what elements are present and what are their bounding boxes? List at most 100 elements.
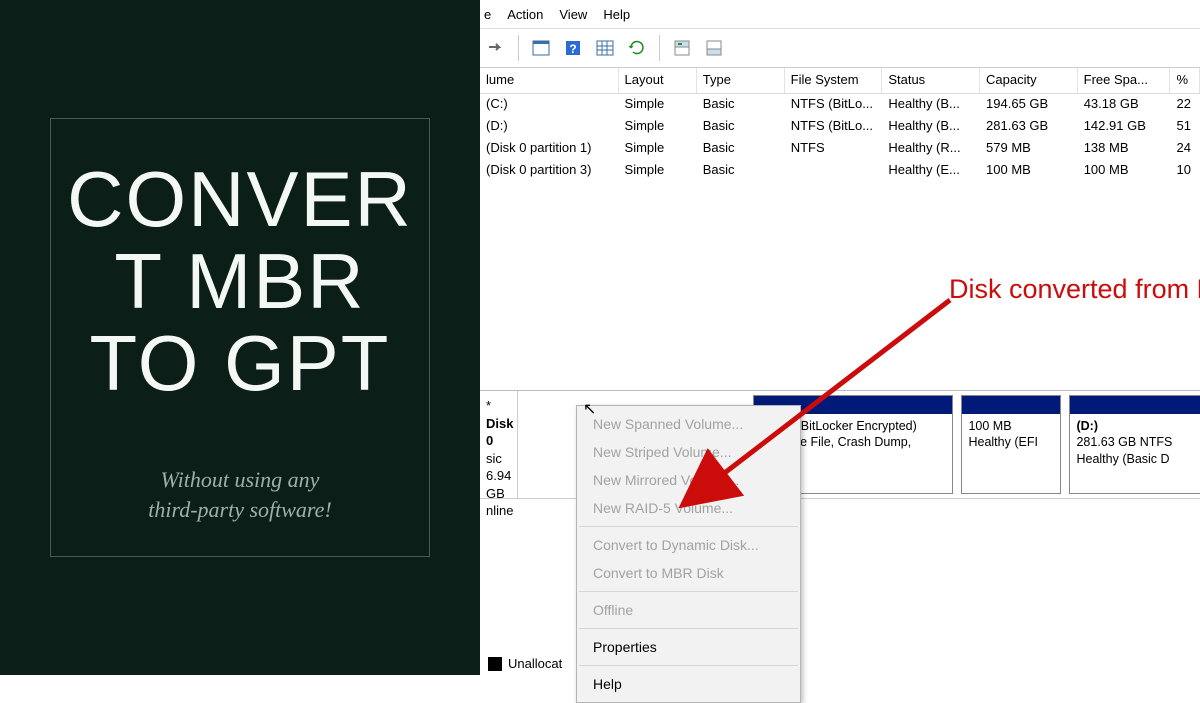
ctx-new-raid5: New RAID-5 Volume...	[577, 494, 800, 522]
cell-pct: 24	[1171, 138, 1200, 160]
cell-pct: 10	[1171, 160, 1200, 182]
cell-pct: 22	[1171, 94, 1200, 116]
ctx-separator	[579, 591, 798, 592]
partition[interactable]: (D:) 281.63 GB NTFS Healthy (Basic D	[1069, 395, 1200, 494]
partition-header	[962, 396, 1060, 414]
col-volume[interactable]: lume	[480, 68, 619, 93]
promo-title-l3: TO GPT	[90, 319, 391, 407]
ctx-new-spanned: New Spanned Volume...	[577, 410, 800, 438]
menu-file-partial[interactable]: e	[484, 7, 491, 22]
cell-free: 142.91 GB	[1078, 116, 1171, 138]
partition-body: (D:) 281.63 GB NTFS Healthy (Basic D	[1070, 414, 1200, 493]
disk-graphical-pane: * Disk 0 sic 6.94 GB nline NTFS (BitLock…	[480, 390, 1200, 675]
cell-type: Basic	[697, 94, 785, 116]
col-layout[interactable]: Layout	[619, 68, 697, 93]
col-filesystem[interactable]: File System	[785, 68, 883, 93]
part-line3: Healthy (EFI	[968, 434, 1054, 450]
promo-title-l1: CONVER	[67, 155, 413, 243]
part-line3: Healthy (Basic D	[1076, 451, 1200, 467]
partition-body: 100 MB Healthy (EFI	[962, 414, 1060, 493]
menu-view[interactable]: View	[559, 7, 587, 22]
disk-prefix: *	[486, 398, 491, 413]
cell-cap: 194.65 GB	[980, 94, 1078, 116]
context-menu: New Spanned Volume... New Striped Volume…	[576, 405, 801, 703]
cell-free: 43.18 GB	[1078, 94, 1171, 116]
cell-cap: 579 MB	[980, 138, 1078, 160]
cell-fs: NTFS (BitLo...	[785, 94, 883, 116]
ctx-help[interactable]: Help	[577, 670, 800, 698]
disk-label[interactable]: * Disk 0 sic 6.94 GB nline	[480, 391, 518, 498]
col-percent[interactable]: %	[1170, 68, 1200, 93]
promo-title: CONVER T MBR TO GPT	[67, 159, 413, 405]
cell-fs: NTFS	[785, 138, 883, 160]
menu-action[interactable]: Action	[507, 7, 543, 22]
forward-icon[interactable]	[482, 34, 510, 62]
promo-sub-l1: Without using any	[161, 467, 320, 492]
disk-status: nline	[486, 502, 513, 520]
cell-type: Basic	[697, 138, 785, 160]
col-type[interactable]: Type	[697, 68, 785, 93]
col-free[interactable]: Free Spa...	[1078, 68, 1171, 93]
legend-swatch-unallocated	[488, 657, 502, 671]
cell-free: 100 MB	[1078, 160, 1171, 182]
toolbar-separator	[518, 35, 519, 61]
list-bottom-icon[interactable]	[700, 34, 728, 62]
ctx-offline: Offline	[577, 596, 800, 624]
promo-subtitle: Without using any third-party software!	[148, 465, 332, 527]
part-line2: 281.63 GB NTFS	[1076, 434, 1200, 450]
cell-cap: 100 MB	[980, 160, 1078, 182]
cell-volume: (D:)	[480, 116, 619, 138]
disk-type: sic	[486, 450, 513, 468]
cell-fs	[785, 160, 883, 182]
menubar: e Action View Help	[480, 0, 1200, 28]
col-capacity[interactable]: Capacity	[980, 68, 1078, 93]
cell-fs: NTFS (BitLo...	[785, 116, 883, 138]
table-row[interactable]: (D:) Simple Basic NTFS (BitLo... Healthy…	[480, 116, 1200, 138]
disk-name: Disk 0	[486, 416, 513, 449]
show-hide-tree-icon[interactable]	[527, 34, 555, 62]
cell-status: Healthy (B...	[882, 116, 980, 138]
cell-status: Healthy (B...	[882, 94, 980, 116]
annotation-text: Disk converted from MBR	[949, 274, 1200, 305]
part-line2: 100 MB	[968, 418, 1054, 434]
ctx-properties[interactable]: Properties	[577, 633, 800, 661]
cell-volume: (Disk 0 partition 3)	[480, 160, 619, 182]
promo-title-l2: T MBR	[114, 237, 365, 325]
toolbar-separator	[659, 35, 660, 61]
cell-volume: (C:)	[480, 94, 619, 116]
ctx-separator	[579, 665, 798, 666]
grid-icon[interactable]	[591, 34, 619, 62]
refresh-icon[interactable]	[623, 34, 651, 62]
help-icon[interactable]: ?	[559, 34, 587, 62]
list-top-icon[interactable]	[668, 34, 696, 62]
table-row[interactable]: (Disk 0 partition 1) Simple Basic NTFS H…	[480, 138, 1200, 160]
col-status[interactable]: Status	[882, 68, 980, 93]
ctx-convert-dynamic: Convert to Dynamic Disk...	[577, 531, 800, 559]
cell-free: 138 MB	[1078, 138, 1171, 160]
table-row[interactable]: (Disk 0 partition 3) Simple Basic Health…	[480, 160, 1200, 182]
menu-help[interactable]: Help	[603, 7, 630, 22]
table-row[interactable]: (C:) Simple Basic NTFS (BitLo... Healthy…	[480, 94, 1200, 116]
promo-frame: CONVER T MBR TO GPT Without using any th…	[50, 118, 430, 557]
cell-layout: Simple	[619, 138, 697, 160]
svg-text:?: ?	[569, 42, 576, 56]
ctx-new-mirrored: New Mirrored Volume...	[577, 466, 800, 494]
volume-list-header: lume Layout Type File System Status Capa…	[480, 68, 1200, 94]
ctx-separator	[579, 628, 798, 629]
legend: Unallocat	[480, 652, 570, 675]
cell-status: Healthy (R...	[882, 138, 980, 160]
cell-status: Healthy (E...	[882, 160, 980, 182]
partition-header	[1070, 396, 1200, 414]
cell-layout: Simple	[619, 160, 697, 182]
ctx-convert-mbr: Convert to MBR Disk	[577, 559, 800, 587]
cell-layout: Simple	[619, 94, 697, 116]
cell-type: Basic	[697, 116, 785, 138]
volume-list: (C:) Simple Basic NTFS (BitLo... Healthy…	[480, 94, 1200, 182]
cell-volume: (Disk 0 partition 1)	[480, 138, 619, 160]
cell-pct: 51	[1171, 116, 1200, 138]
ctx-new-striped: New Striped Volume...	[577, 438, 800, 466]
promo-sub-l2: third-party software!	[148, 497, 332, 522]
partition[interactable]: 100 MB Healthy (EFI	[961, 395, 1061, 494]
cell-layout: Simple	[619, 116, 697, 138]
legend-unallocated-label: Unallocat	[508, 656, 562, 671]
